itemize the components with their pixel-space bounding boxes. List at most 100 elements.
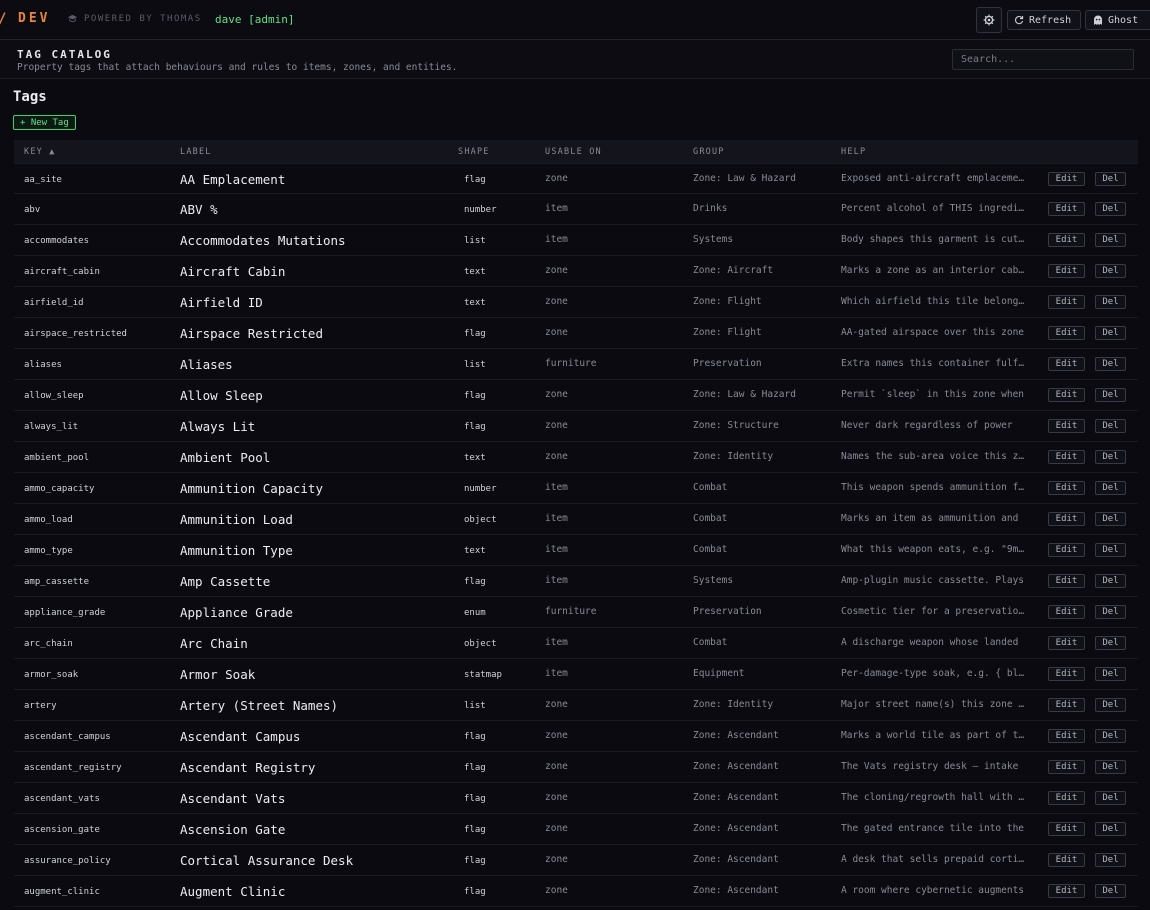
edit-button[interactable]: Edit: [1048, 543, 1085, 557]
delete-button[interactable]: Del: [1095, 419, 1126, 433]
delete-button[interactable]: Del: [1095, 698, 1126, 712]
delete-button[interactable]: Del: [1095, 760, 1126, 774]
row-shape: object: [464, 515, 497, 525]
table-row[interactable]: assurance_policy Cortical Assurance Desk f…: [14, 845, 1138, 876]
edit-button[interactable]: Edit: [1048, 605, 1085, 619]
table-row[interactable]: ascension_gate Ascension Gate flag zone Zone…: [14, 814, 1138, 845]
delete-button[interactable]: Del: [1095, 295, 1126, 309]
row-label: Amp Cassette: [180, 574, 271, 589]
table-row[interactable]: ambient_pool Ambient Pool text zone Zone: Id…: [14, 442, 1138, 473]
row-key: aa_site: [24, 175, 62, 185]
row-help: A discharge weapon whose landed: [841, 637, 1019, 648]
table-row[interactable]: arc_chain Arc Chain object item Combat A disc…: [14, 628, 1138, 659]
row-group: Zone: Identity: [693, 699, 774, 710]
column-header-key[interactable]: KEY ▲: [24, 147, 56, 157]
edit-button[interactable]: Edit: [1048, 481, 1085, 495]
edit-button[interactable]: Edit: [1048, 202, 1085, 216]
brand-logo[interactable]: DEV: [18, 11, 50, 26]
table-row[interactable]: ammo_type Ammunition Type text item Combat Wh…: [14, 535, 1138, 566]
edit-button[interactable]: Edit: [1048, 791, 1085, 805]
edit-button[interactable]: Edit: [1048, 884, 1085, 898]
delete-button[interactable]: Del: [1095, 202, 1126, 216]
edit-button[interactable]: Edit: [1048, 233, 1085, 247]
edit-button[interactable]: Edit: [1048, 822, 1085, 836]
column-header-shape[interactable]: SHAPE: [458, 147, 490, 157]
delete-button[interactable]: Del: [1095, 822, 1126, 836]
table-row[interactable]: armor_soak Armor Soak statmap item Equipment…: [14, 659, 1138, 690]
edit-button[interactable]: Edit: [1048, 172, 1085, 186]
table-row[interactable]: accommodates Accommodates Mutations list it…: [14, 225, 1138, 256]
delete-button[interactable]: Del: [1095, 233, 1126, 247]
table-row[interactable]: airspace_restricted Airspace Restricted fl…: [14, 318, 1138, 349]
edit-button[interactable]: Edit: [1048, 760, 1085, 774]
refresh-button[interactable]: Refresh: [1007, 10, 1081, 30]
table-row[interactable]: ascendant_campus Ascendant Campus flag zone…: [14, 721, 1138, 752]
table-row[interactable]: aa_site AA Emplacement flag zone Zone: Law &…: [14, 163, 1138, 194]
table-row[interactable]: augment_clinic Augment Clinic flag zone Zone…: [14, 876, 1138, 907]
delete-button[interactable]: Del: [1095, 791, 1126, 805]
current-user[interactable]: dave [admin]: [215, 13, 294, 26]
delete-button[interactable]: Del: [1095, 388, 1126, 402]
table-row[interactable]: ammo_capacity Ammunition Capacity number it…: [14, 473, 1138, 504]
delete-button[interactable]: Del: [1095, 729, 1126, 743]
table-row[interactable]: abv ABV % number item Drinks Percent alcohol …: [14, 194, 1138, 225]
delete-button[interactable]: Del: [1095, 172, 1126, 186]
table-row[interactable]: aliases Aliases list furniture Preservation E…: [14, 349, 1138, 380]
table-row[interactable]: airfield_id Airfield ID text zone Zone: Flig…: [14, 287, 1138, 318]
row-label: Airspace Restricted: [180, 326, 323, 341]
edit-button[interactable]: Edit: [1048, 636, 1085, 650]
column-header-usable-on[interactable]: USABLE ON: [545, 147, 602, 157]
delete-button[interactable]: Del: [1095, 543, 1126, 557]
table-row[interactable]: aircraft_cabin Aircraft Cabin text zone Zone…: [14, 256, 1138, 287]
row-help: Major street name(s) this zone sits: [841, 699, 1027, 710]
delete-button[interactable]: Del: [1095, 884, 1126, 898]
table-row[interactable]: ascendant_registry Ascendant Registry flag…: [14, 752, 1138, 783]
column-header-label[interactable]: LABEL: [180, 147, 212, 157]
delete-button[interactable]: Del: [1095, 574, 1126, 588]
table-row[interactable]: amp_cassette Amp Cassette flag item Systems A…: [14, 566, 1138, 597]
row-group: Zone: Aircraft: [693, 265, 774, 276]
delete-button[interactable]: Del: [1095, 512, 1126, 526]
row-usable-on: item: [545, 544, 568, 555]
delete-button[interactable]: Del: [1095, 326, 1126, 340]
table-row[interactable]: appliance_grade Appliance Grade enum furnit…: [14, 597, 1138, 628]
delete-button[interactable]: Del: [1095, 264, 1126, 278]
row-group: Zone: Identity: [693, 451, 774, 462]
row-key: artery: [24, 701, 57, 711]
delete-button[interactable]: Del: [1095, 357, 1126, 371]
search-input[interactable]: [952, 49, 1134, 70]
new-tag-button[interactable]: + New Tag: [13, 115, 76, 130]
ghost-button[interactable]: Ghost: [1085, 10, 1150, 30]
table-row[interactable]: ascendant_vats Ascendant Vats flag zone Zone…: [14, 783, 1138, 814]
delete-button[interactable]: Del: [1095, 667, 1126, 681]
settings-button[interactable]: [976, 7, 1002, 33]
delete-button[interactable]: Del: [1095, 450, 1126, 464]
edit-button[interactable]: Edit: [1048, 853, 1085, 867]
row-shape: flag: [464, 856, 486, 866]
edit-button[interactable]: Edit: [1048, 574, 1085, 588]
edit-button[interactable]: Edit: [1048, 729, 1085, 743]
table-row[interactable]: allow_sleep Allow Sleep flag zone Zone: Law …: [14, 380, 1138, 411]
edit-button[interactable]: Edit: [1048, 357, 1085, 371]
table-row[interactable]: artery Artery (Street Names) list zone Zone:…: [14, 690, 1138, 721]
edit-button[interactable]: Edit: [1048, 326, 1085, 340]
table-row[interactable]: always_lit Always Lit flag zone Zone: Struct…: [14, 411, 1138, 442]
edit-button[interactable]: Edit: [1048, 450, 1085, 464]
delete-button[interactable]: Del: [1095, 853, 1126, 867]
column-header-group[interactable]: GROUP: [693, 147, 725, 157]
edit-button[interactable]: Edit: [1048, 264, 1085, 278]
delete-button[interactable]: Del: [1095, 605, 1126, 619]
edit-button[interactable]: Edit: [1048, 419, 1085, 433]
section-title: Tags: [13, 89, 47, 105]
refresh-label: Refresh: [1029, 14, 1072, 26]
edit-button[interactable]: Edit: [1048, 512, 1085, 526]
delete-button[interactable]: Del: [1095, 636, 1126, 650]
edit-button[interactable]: Edit: [1048, 667, 1085, 681]
edit-button[interactable]: Edit: [1048, 295, 1085, 309]
column-header-help[interactable]: HELP: [841, 147, 866, 157]
delete-button[interactable]: Del: [1095, 481, 1126, 495]
row-key: ascendant_campus: [24, 732, 111, 742]
table-row[interactable]: ammo_load Ammunition Load object item Combat…: [14, 504, 1138, 535]
edit-button[interactable]: Edit: [1048, 388, 1085, 402]
edit-button[interactable]: Edit: [1048, 698, 1085, 712]
